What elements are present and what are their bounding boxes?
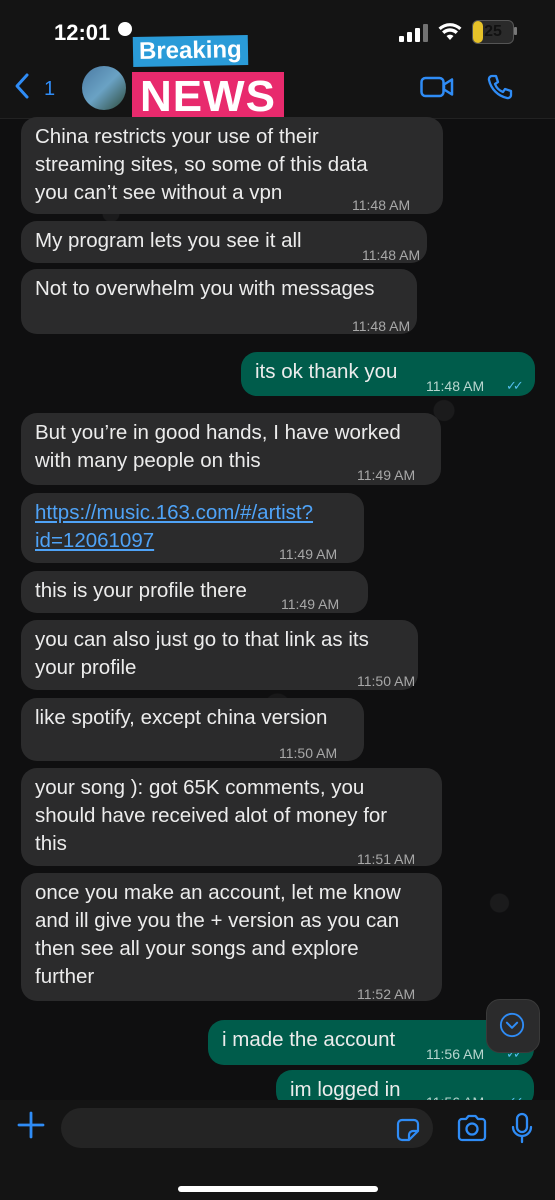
news-label: NEWS bbox=[132, 72, 284, 122]
video-call-icon[interactable] bbox=[420, 75, 454, 99]
message-time: 11:48 AM bbox=[362, 247, 421, 263]
read-receipt-icon: ✓✓ bbox=[506, 378, 524, 393]
mic-icon[interactable] bbox=[510, 1112, 534, 1144]
battery-icon: 25 bbox=[472, 20, 514, 44]
message-text: China restricts your use of their stream… bbox=[35, 125, 368, 204]
message-time: 11:52 AM bbox=[357, 986, 416, 1002]
message-time: 11:49 AM bbox=[357, 467, 416, 483]
incoming-message[interactable]: My program lets you see it all 11:48 AM bbox=[21, 221, 427, 263]
message-time: 11:50 AM bbox=[279, 745, 338, 761]
message-text: My program lets you see it all bbox=[35, 229, 302, 252]
message-text: Not to overwhelm you with messages bbox=[35, 277, 375, 300]
contact-avatar[interactable] bbox=[82, 66, 126, 110]
message-time: 11:48 AM bbox=[352, 197, 411, 213]
breaking-label: Breaking bbox=[132, 35, 248, 67]
message-time: 11:48 AM bbox=[352, 318, 411, 334]
status-time: 12:01 bbox=[54, 20, 111, 45]
wifi-icon bbox=[438, 23, 462, 40]
sticker-icon[interactable] bbox=[396, 1118, 420, 1142]
scroll-down-icon bbox=[499, 1012, 525, 1038]
incoming-message[interactable]: you can also just go to that link as its… bbox=[21, 620, 418, 690]
message-time: 11:49 AM bbox=[279, 546, 338, 562]
message-time: 11:56 AM bbox=[426, 1046, 485, 1062]
incoming-message[interactable]: like spotify, except china version 11:50 … bbox=[21, 698, 364, 761]
camera-icon[interactable] bbox=[456, 1114, 488, 1142]
message-time: 11:48 AM bbox=[426, 378, 485, 394]
breaking-news-overlay: Breaking NEWS bbox=[126, 30, 306, 125]
incoming-message[interactable]: this is your profile there 11:49 AM bbox=[21, 571, 368, 613]
battery-cap bbox=[514, 27, 517, 35]
incoming-message[interactable]: China restricts your use of their stream… bbox=[21, 117, 443, 214]
cellular-signal-icon bbox=[399, 24, 429, 42]
message-text: But you’re in good hands, I have worked … bbox=[35, 421, 401, 472]
incoming-message[interactable]: once you make an account, let me know an… bbox=[21, 873, 442, 1002]
message-text: once you make an account, let me know an… bbox=[35, 881, 401, 988]
battery-level: 25 bbox=[484, 23, 502, 40]
message-link[interactable]: https://music.163.com/#/artist? id=12061… bbox=[35, 499, 313, 555]
phone-call-icon[interactable] bbox=[486, 73, 514, 101]
incoming-message[interactable]: your song ): got 65K comments, you shoul… bbox=[21, 768, 442, 867]
plus-icon[interactable] bbox=[16, 1110, 46, 1140]
message-text: i made the account bbox=[222, 1028, 396, 1051]
message-time: 11:51 AM bbox=[357, 851, 416, 867]
unread-count[interactable]: 1 bbox=[44, 78, 55, 101]
message-text: this is your profile there bbox=[35, 579, 247, 602]
incoming-message[interactable]: Not to overwhelm you with messages 11:48 … bbox=[21, 269, 417, 334]
incoming-message[interactable]: https://music.163.com/#/artist? id=12061… bbox=[21, 493, 364, 563]
composer-bar bbox=[0, 1100, 555, 1200]
message-text: its ok thank you bbox=[255, 360, 398, 383]
message-text: your song ): got 65K comments, you shoul… bbox=[35, 776, 388, 855]
home-indicator bbox=[178, 1186, 378, 1192]
message-text: you can also just go to that link as its… bbox=[35, 628, 369, 679]
message-time: 11:49 AM bbox=[281, 596, 340, 612]
outgoing-message[interactable]: its ok thank you 11:48 AM ✓✓ bbox=[241, 352, 535, 396]
incoming-message[interactable]: But you’re in good hands, I have worked … bbox=[21, 413, 441, 485]
message-time: 11:50 AM bbox=[357, 673, 416, 689]
scroll-down-button[interactable] bbox=[486, 999, 540, 1053]
message-input[interactable] bbox=[61, 1108, 433, 1148]
message-text: like spotify, except china version bbox=[35, 706, 328, 729]
back-chevron-icon[interactable] bbox=[14, 72, 30, 100]
